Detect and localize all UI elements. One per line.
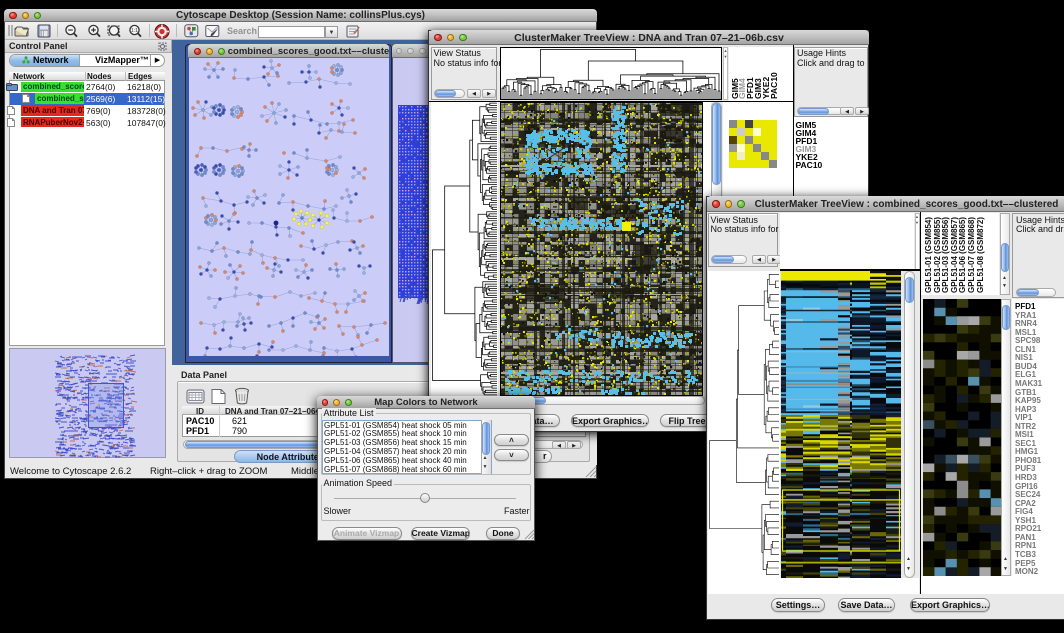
svg-text:1:1: 1:1 xyxy=(131,28,138,34)
